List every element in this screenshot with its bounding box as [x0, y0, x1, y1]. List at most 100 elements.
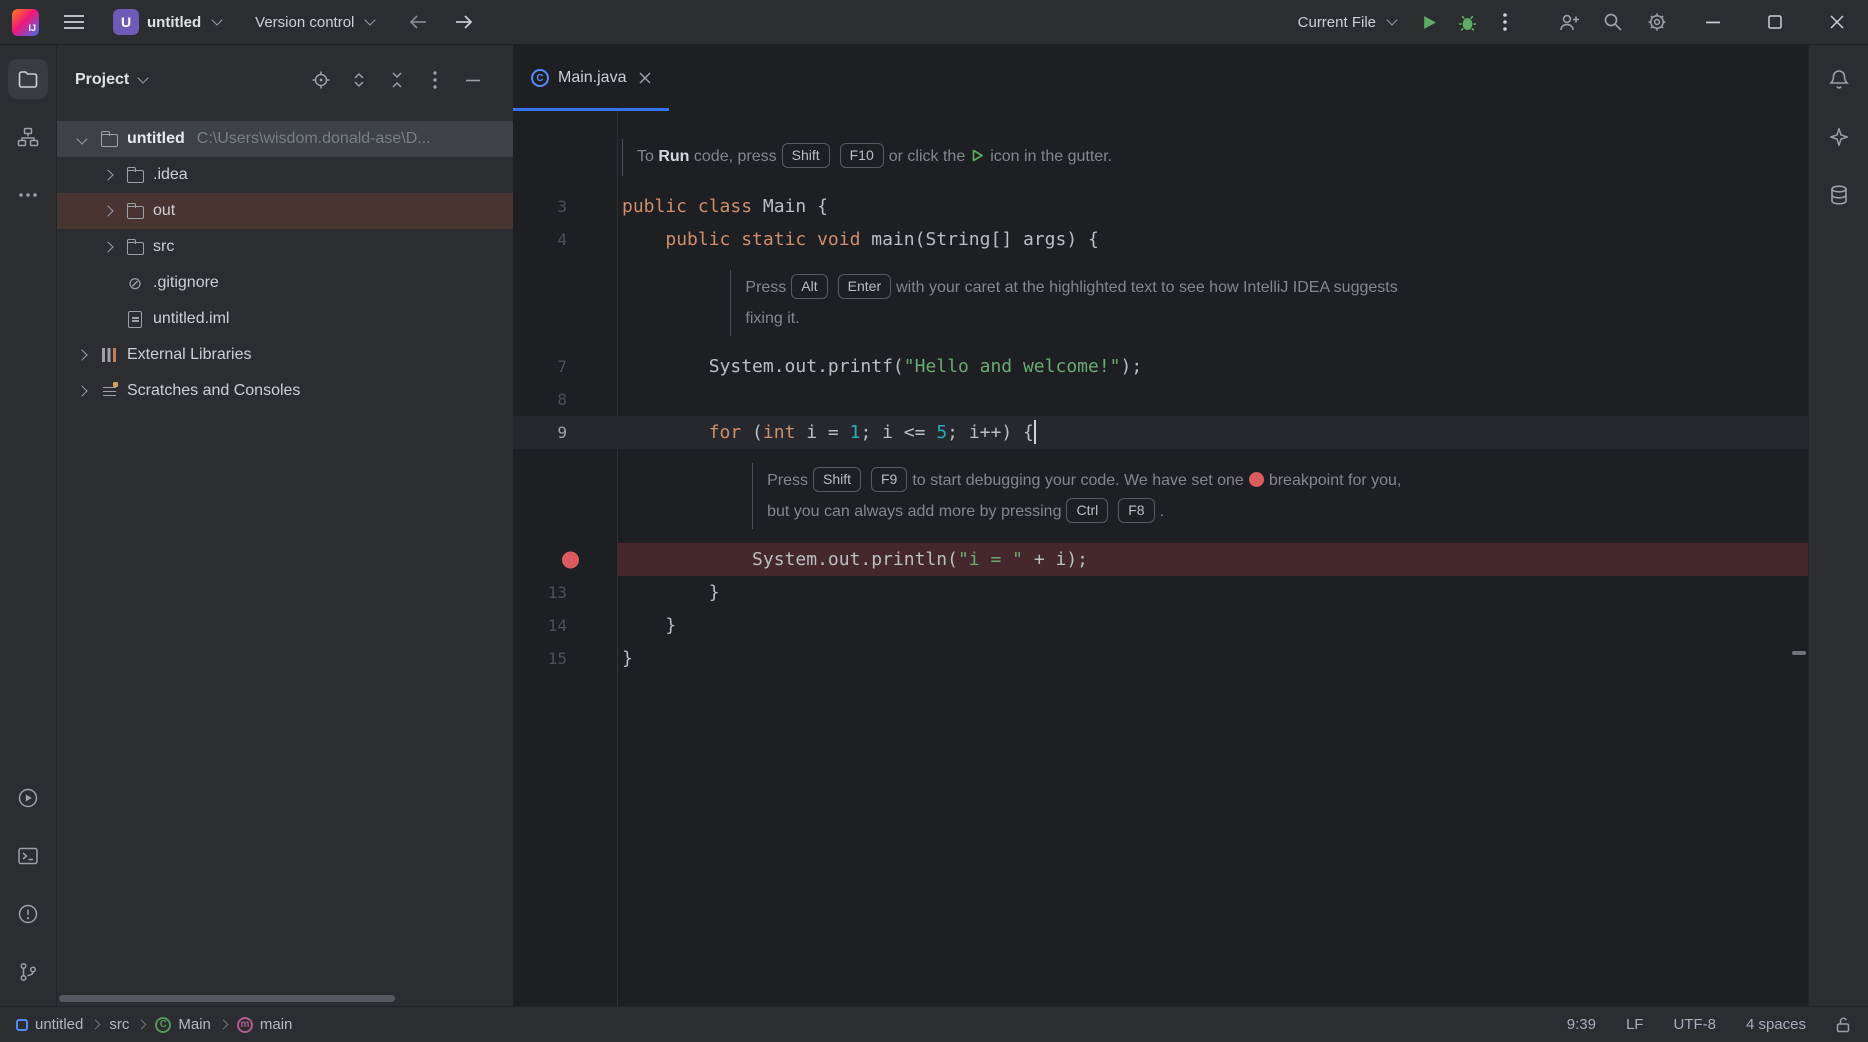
code-token: Main { — [752, 196, 828, 217]
code-line-13[interactable]: 13 } — [513, 576, 1808, 609]
chevron-right-icon[interactable] — [99, 202, 117, 220]
code-line-4[interactable]: 4 public static void main(String[] args)… — [513, 223, 1808, 256]
code-with-me-button[interactable] — [1550, 4, 1588, 40]
code-line-7[interactable]: 7 System.out.printf("Hello and welcome!"… — [513, 350, 1808, 383]
run-config-label: Current File — [1298, 14, 1376, 31]
java-class-icon — [531, 69, 549, 87]
breadcrumb-main[interactable]: main — [237, 1016, 293, 1033]
chevron-right-icon[interactable] — [73, 346, 91, 364]
collapse-all-button[interactable] — [381, 64, 413, 96]
hide-panel-button[interactable] — [457, 64, 489, 96]
minimize-button[interactable] — [1682, 0, 1744, 44]
code-line-15[interactable]: 15} — [513, 642, 1808, 675]
hint-text: icon in the gutter. — [990, 148, 1112, 165]
tree-item-out[interactable]: out — [57, 193, 513, 229]
tree-item-src[interactable]: src — [57, 229, 513, 265]
breakpoint-dot-icon[interactable] — [562, 551, 579, 568]
code-line-3[interactable]: 3public class Main { — [513, 190, 1808, 223]
maximize-button[interactable] — [1744, 0, 1806, 44]
run-button[interactable] — [1410, 4, 1448, 40]
problems-tool-button[interactable] — [8, 894, 48, 934]
chevron-right-icon — [135, 1018, 149, 1032]
vcs-widget[interactable]: Version control — [245, 4, 388, 40]
debug-button[interactable] — [1448, 4, 1486, 40]
ignored-icon — [125, 273, 145, 293]
hint-text-emphasis: Run — [658, 148, 689, 165]
horizontal-scrollbar[interactable] — [59, 995, 395, 1002]
ai-assistant-button[interactable] — [1819, 117, 1859, 157]
encoding-widget[interactable]: UTF-8 — [1673, 1016, 1716, 1033]
code-token: 1 — [850, 422, 861, 443]
code-line-14[interactable]: 14 } — [513, 609, 1808, 642]
right-tool-stripe — [1808, 45, 1868, 1006]
gutter-cell[interactable]: 4 — [513, 223, 617, 256]
project-view-selector[interactable]: Project — [75, 71, 151, 89]
chevron-right-icon[interactable] — [99, 166, 117, 184]
main-menu-button[interactable] — [55, 4, 93, 40]
structure-tool-button[interactable] — [8, 117, 48, 157]
hint-text: Press — [767, 472, 808, 489]
code-line-8[interactable]: 8 — [513, 383, 1808, 416]
git-tool-button[interactable] — [8, 952, 48, 992]
intellij-window: IJ U untitled Version control Curre — [0, 0, 1868, 1042]
code-line-text: System.out.printf("Hello and welcome!"); — [617, 350, 1808, 383]
gutter-cell[interactable] — [513, 543, 617, 576]
tree-item-untitled[interactable]: untitledC:\Users\wisdom.donald-ase\D... — [57, 121, 513, 157]
database-button[interactable] — [1819, 175, 1859, 215]
chevron-right-icon[interactable] — [99, 238, 117, 256]
chevron-down-icon[interactable] — [73, 130, 91, 148]
inline-hint: PressAltEnterwith your caret at the high… — [730, 270, 1397, 336]
breadcrumb-untitled[interactable]: untitled — [16, 1016, 83, 1033]
editor-code[interactable]: To Run code, pressShiftF10or click theic… — [513, 111, 1808, 1006]
readonly-lock-icon[interactable] — [1836, 1016, 1850, 1033]
back-button[interactable] — [398, 4, 436, 40]
scratches-icon — [99, 381, 119, 401]
hint-text: Press — [745, 279, 786, 296]
forward-button[interactable] — [446, 4, 484, 40]
gutter-cell[interactable]: 9 — [513, 416, 617, 449]
gutter-cell[interactable]: 3 — [513, 190, 617, 223]
add-user-icon — [1559, 13, 1580, 32]
gear-icon — [1647, 12, 1667, 32]
tree-item-scratches-and-consoles[interactable]: Scratches and Consoles — [57, 373, 513, 409]
breadcrumb-src[interactable]: src — [109, 1016, 129, 1033]
breadcrumbs: untitled src Main main — [16, 1016, 292, 1033]
run-config-selector[interactable]: Current File — [1288, 4, 1410, 40]
gutter-cell[interactable]: 15 — [513, 642, 617, 675]
code-token: for — [709, 422, 742, 443]
expand-all-button[interactable] — [343, 64, 375, 96]
gutter-cell[interactable]: 8 — [513, 383, 617, 416]
chevron-right-icon[interactable] — [73, 382, 91, 400]
gutter-cell[interactable]: 7 — [513, 350, 617, 383]
line-separator-widget[interactable]: LF — [1626, 1016, 1644, 1033]
inline-hint: To Run code, pressShiftF10or click theic… — [622, 139, 1112, 176]
tree-item-external-libraries[interactable]: External Libraries — [57, 337, 513, 373]
project-widget[interactable]: U untitled — [103, 4, 235, 40]
code-line-text — [617, 383, 1808, 416]
tab-close-icon[interactable] — [635, 68, 655, 88]
search-everywhere-button[interactable] — [1594, 4, 1632, 40]
tab-main-java[interactable]: Main.java — [513, 45, 669, 111]
more-actions-button[interactable] — [1486, 4, 1524, 40]
select-opened-file-button[interactable] — [305, 64, 337, 96]
run-tool-button[interactable] — [8, 778, 48, 818]
tree-item-untitled-iml[interactable]: untitled.iml — [57, 301, 513, 337]
caret-position-widget[interactable]: 9:39 — [1567, 1016, 1596, 1033]
tree-item-idea[interactable]: .idea — [57, 157, 513, 193]
project-tool-button[interactable] — [8, 59, 48, 99]
code-line-breakpoint[interactable]: System.out.println("i = " + i); — [513, 543, 1808, 576]
tree-item-gitignore[interactable]: .gitignore — [57, 265, 513, 301]
panel-options-button[interactable] — [419, 64, 451, 96]
notifications-button[interactable] — [1819, 59, 1859, 99]
breadcrumb-main[interactable]: Main — [155, 1016, 211, 1033]
settings-button[interactable] — [1638, 4, 1676, 40]
indent-widget[interactable]: 4 spaces — [1746, 1016, 1806, 1033]
gutter-cell[interactable]: 13 — [513, 576, 617, 609]
terminal-tool-button[interactable] — [8, 836, 48, 876]
close-button[interactable] — [1806, 0, 1868, 44]
gutter-cell[interactable]: 14 — [513, 609, 617, 642]
code-line-9[interactable]: 9 for (int i = 1; i <= 5; i++) { — [513, 416, 1808, 449]
folder-icon — [125, 237, 145, 257]
more-tool-windows-button[interactable] — [8, 175, 48, 215]
breadcrumb-label: Main — [178, 1016, 211, 1033]
